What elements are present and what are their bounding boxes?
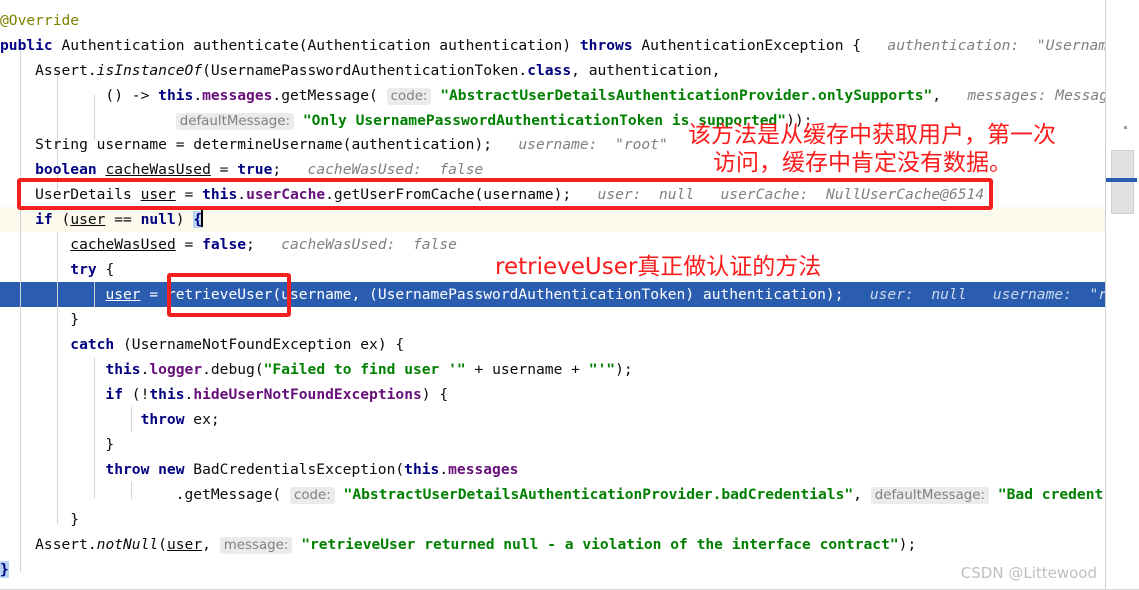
code-line[interactable]: if (user == null) { xyxy=(0,207,204,232)
scrollbar-tick-mark xyxy=(1124,126,1127,129)
code-line[interactable]: UserDetails user = this.userCache.getUse… xyxy=(0,182,984,207)
red-note-cache-2: 访问，缓存中肯定没有数据。 xyxy=(713,150,1012,177)
code-line[interactable]: } xyxy=(0,307,79,332)
code-line[interactable]: } xyxy=(0,432,114,457)
code-line[interactable]: throw new BadCredentialsException(this.m… xyxy=(0,457,518,482)
brace-match-highlight-close: } xyxy=(0,561,9,578)
code-line[interactable]: Assert.notNull(user, message: "retrieveU… xyxy=(0,532,916,557)
code-line[interactable]: this.logger.debug("Failed to find user '… xyxy=(0,357,632,382)
code-line[interactable]: catch (UsernameNotFoundException ex) { xyxy=(0,332,404,357)
red-note-retrieveuser: retrieveUser真正做认证的方法 xyxy=(495,254,822,280)
code-line[interactable]: public Authentication authenticate(Authe… xyxy=(0,33,1106,58)
red-note-cache-line1: 该方法是从缓存中获取用户，第一次 xyxy=(688,122,1056,148)
inline-hint-defaultmessage: defaultMessage: xyxy=(870,487,990,504)
code-line[interactable]: @Override xyxy=(0,8,79,33)
code-line[interactable]: () -> this.messages.getMessage( code: "A… xyxy=(0,83,1106,108)
text-caret xyxy=(201,210,204,227)
red-note-cache: 该方法是从缓存中获取用户，第一次 xyxy=(688,122,1056,149)
inline-hint-message: message: xyxy=(219,537,293,554)
code-line[interactable]: try { xyxy=(0,257,114,282)
inline-hint-code: code: xyxy=(386,88,432,105)
scrollbar-caret-marker xyxy=(1106,178,1137,182)
code-line[interactable]: String username = determineUsername(auth… xyxy=(0,132,668,157)
code-line[interactable]: boolean cacheWasUsed = true; cacheWasUse… xyxy=(0,157,483,182)
code-line[interactable]: Assert.isInstanceOf(UsernamePasswordAuth… xyxy=(0,58,720,83)
watermark: CSDN @Littewood xyxy=(960,564,1097,582)
editor-viewport[interactable]: @Override public Authentication authenti… xyxy=(0,0,1106,590)
code-line[interactable]: cacheWasUsed = false; cacheWasUsed: fals… xyxy=(0,232,457,257)
code-line[interactable]: } xyxy=(0,557,9,582)
red-note-cache-line2: 访问，缓存中肯定没有数据。 xyxy=(713,150,1012,176)
inline-hint-code: code: xyxy=(289,487,335,504)
vertical-scrollbar[interactable] xyxy=(1105,0,1139,590)
code-line[interactable]: } xyxy=(0,507,79,532)
inline-hint-defaultmessage: defaultMessage: xyxy=(175,113,295,130)
code-line[interactable]: if (!this.hideUserNotFoundExceptions) { xyxy=(0,382,448,407)
code-line-selected[interactable]: user = retrieveUser(username, (UsernameP… xyxy=(0,282,1106,307)
code-line[interactable]: .getMessage( code: "AbstractUserDetailsA… xyxy=(0,482,1103,507)
code-editor-window: @Override public Authentication authenti… xyxy=(0,0,1139,590)
scrollbar-thumb[interactable] xyxy=(1111,150,1134,214)
code-token-annotation: @Override xyxy=(0,12,80,29)
code-line[interactable]: throw ex; xyxy=(0,407,220,432)
